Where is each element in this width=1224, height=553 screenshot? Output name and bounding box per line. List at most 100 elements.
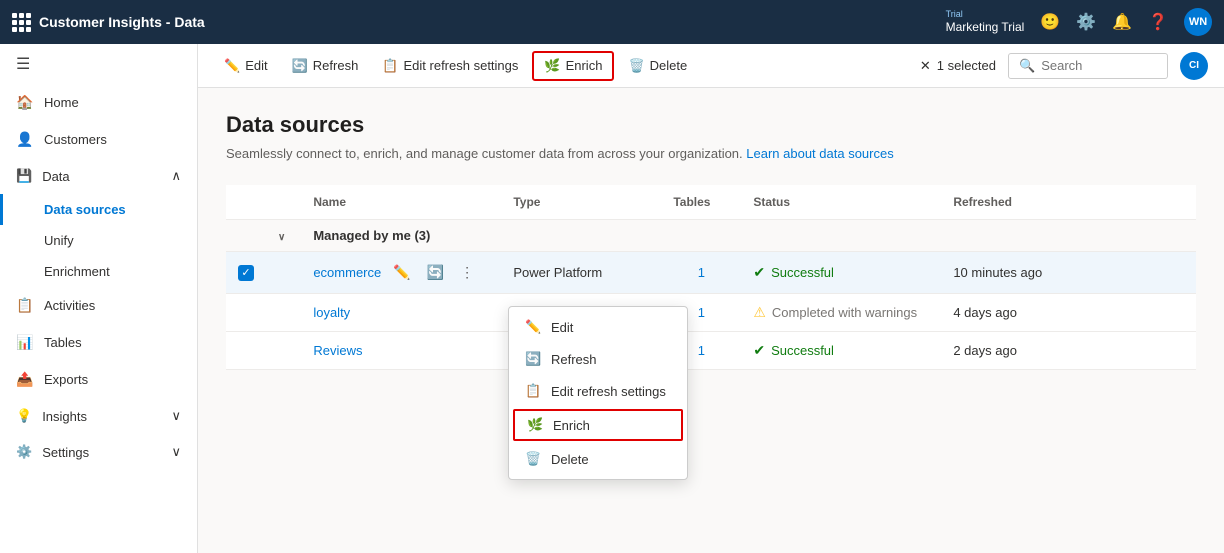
table-row[interactable]: ✓ ecommerce ✏️ 🔄 ⋮ Power Platform <box>226 252 1196 294</box>
sidebar-home-label: Home <box>44 95 79 110</box>
context-menu-refresh[interactable]: 🔄 Refresh <box>509 343 687 375</box>
sidebar-item-activities[interactable]: 📋 Activities <box>0 287 197 324</box>
search-icon: 🔍 <box>1019 58 1035 74</box>
checkbox-checked[interactable]: ✓ <box>238 265 254 281</box>
delete-icon: 🗑️ <box>628 58 644 74</box>
close-selection-icon[interactable]: ✕ <box>920 58 931 74</box>
search-box[interactable]: 🔍 <box>1008 53 1168 79</box>
status-ok-icon: ✔ <box>753 264 765 281</box>
row-expand-cell <box>266 294 301 332</box>
context-delete-label: Delete <box>551 452 589 467</box>
col-checkbox <box>226 185 266 220</box>
context-enrich-label: Enrich <box>553 418 590 433</box>
context-refresh-icon: 🔄 <box>525 351 541 367</box>
gear-icon[interactable]: ⚙️ <box>1076 12 1096 32</box>
sidebar-item-enrichment[interactable]: Enrichment <box>0 256 197 287</box>
main-layout: ☰ 🏠 Home 👤 Customers 💾 Data ∧ Data sourc… <box>0 44 1224 553</box>
col-tables-header[interactable]: Tables <box>661 185 741 220</box>
col-tables-label: Tables <box>673 195 710 209</box>
row-checkbox-cell[interactable] <box>226 332 266 370</box>
content-area: ✏️ Edit 🔄 Refresh 📋 Edit refresh setting… <box>198 44 1224 553</box>
row-refreshed-cell: 2 days ago <box>941 332 1196 370</box>
row-refresh-btn[interactable]: 🔄 <box>423 262 448 283</box>
row-name[interactable]: Reviews <box>313 343 362 358</box>
context-menu-delete[interactable]: 🗑️ Delete <box>509 443 687 475</box>
smiley-icon[interactable]: 🙂 <box>1040 12 1060 32</box>
subtitle-text: Seamlessly connect to, enrich, and manag… <box>226 146 743 161</box>
bell-icon[interactable]: 🔔 <box>1112 12 1132 32</box>
ci-logo: CI <box>1180 52 1208 80</box>
sidebar-item-unify[interactable]: Unify <box>0 225 197 256</box>
row-refreshed-cell: 10 minutes ago <box>941 252 1196 294</box>
sidebar-item-data-sources[interactable]: Data sources <box>0 194 197 225</box>
help-icon[interactable]: ❓ <box>1148 12 1168 32</box>
col-type-header[interactable]: Type <box>501 185 661 220</box>
refresh-button[interactable]: 🔄 Refresh <box>282 53 369 79</box>
learn-link[interactable]: Learn about data sources <box>746 146 893 161</box>
context-menu-edit[interactable]: ✏️ Edit <box>509 311 687 343</box>
row-checkbox-cell[interactable] <box>226 294 266 332</box>
enrichment-label: Enrichment <box>44 264 110 279</box>
search-input[interactable] <box>1041 58 1157 73</box>
sidebar-item-tables[interactable]: 📊 Tables <box>0 324 197 361</box>
group-chevron[interactable]: ∨ <box>278 232 285 243</box>
exports-icon: 📤 <box>16 371 34 388</box>
table-row[interactable]: loyalty 1 ⚠ Completed with warnings 4 da… <box>226 294 1196 332</box>
data-sources-label: Data sources <box>44 202 126 217</box>
trial-label: Trial <box>946 9 963 20</box>
sidebar-group-data[interactable]: 💾 Data ∧ <box>0 158 197 194</box>
sidebar-group-insights[interactable]: 💡 Insights ∨ <box>0 398 197 434</box>
row-more-btn[interactable]: ⋮ <box>456 262 478 283</box>
row-name-cell: loyalty <box>301 294 501 332</box>
avatar[interactable]: WN <box>1184 8 1212 36</box>
selected-count: ✕ 1 selected <box>920 58 996 74</box>
settings-icon: ⚙️ <box>16 444 32 460</box>
sidebar-item-customers[interactable]: 👤 Customers <box>0 121 197 158</box>
col-status-header[interactable]: Status <box>741 185 941 220</box>
sidebar-customers-label: Customers <box>44 132 107 147</box>
context-edit-label: Edit <box>551 320 573 335</box>
edit-label: Edit <box>245 58 267 73</box>
col-refreshed-header[interactable]: Refreshed <box>941 185 1196 220</box>
col-type-label: Type <box>513 195 540 209</box>
row-name[interactable]: loyalty <box>313 305 350 320</box>
col-refreshed-label: Refreshed <box>953 195 1012 209</box>
row-name-cell: Reviews <box>301 332 501 370</box>
col-status-label: Status <box>753 195 790 209</box>
activities-icon: 📋 <box>16 297 34 314</box>
row-name-cell: ecommerce ✏️ 🔄 ⋮ <box>301 252 501 294</box>
context-menu: ✏️ Edit 🔄 Refresh 📋 Edit refresh setting… <box>508 306 688 480</box>
context-refresh-label: Refresh <box>551 352 597 367</box>
edit-button[interactable]: ✏️ Edit <box>214 53 278 79</box>
refresh-icon: 🔄 <box>292 58 308 74</box>
delete-button[interactable]: 🗑️ Delete <box>618 53 697 79</box>
sidebar-item-exports[interactable]: 📤 Exports <box>0 361 197 398</box>
home-icon: 🏠 <box>16 94 34 111</box>
table-row[interactable]: Reviews 1 ✔ Successful 2 days ago <box>226 332 1196 370</box>
toolbar: ✏️ Edit 🔄 Refresh 📋 Edit refresh setting… <box>198 44 1224 88</box>
page-content: Data sources Seamlessly connect to, enri… <box>198 88 1224 553</box>
sidebar-group-settings[interactable]: ⚙️ Settings ∨ <box>0 434 197 470</box>
col-name-header[interactable]: Name <box>301 185 501 220</box>
row-status-cell: ⚠ Completed with warnings <box>741 294 941 332</box>
sidebar-item-home[interactable]: 🏠 Home <box>0 84 197 121</box>
context-menu-enrich[interactable]: 🌿 Enrich <box>513 409 683 441</box>
context-menu-edit-refresh[interactable]: 📋 Edit refresh settings <box>509 375 687 407</box>
row-edit-btn[interactable]: ✏️ <box>389 262 414 283</box>
row-checkbox-cell[interactable]: ✓ <box>226 252 266 294</box>
group-header-row: ∨ Managed by me (3) <box>226 220 1196 252</box>
enrich-button[interactable]: 🌿 Enrich <box>532 51 614 81</box>
sidebar-settings-label: Settings <box>42 445 89 460</box>
sidebar-exports-label: Exports <box>44 372 88 387</box>
row-status-text: Completed with warnings <box>772 305 917 320</box>
sidebar-toggle[interactable]: ☰ <box>0 44 197 84</box>
row-type-cell: Power Platform <box>501 252 661 294</box>
edit-refresh-settings-button[interactable]: 📋 Edit refresh settings <box>372 53 528 79</box>
sidebar-activities-label: Activities <box>44 298 95 313</box>
trial-name: Marketing Trial <box>946 20 1025 34</box>
chevron-down-icon: ∨ <box>171 408 181 424</box>
app-title: Customer Insights - Data <box>39 14 205 30</box>
edit-refresh-icon: 📋 <box>382 58 398 74</box>
sidebar: ☰ 🏠 Home 👤 Customers 💾 Data ∧ Data sourc… <box>0 44 198 553</box>
data-icon: 💾 <box>16 168 32 184</box>
